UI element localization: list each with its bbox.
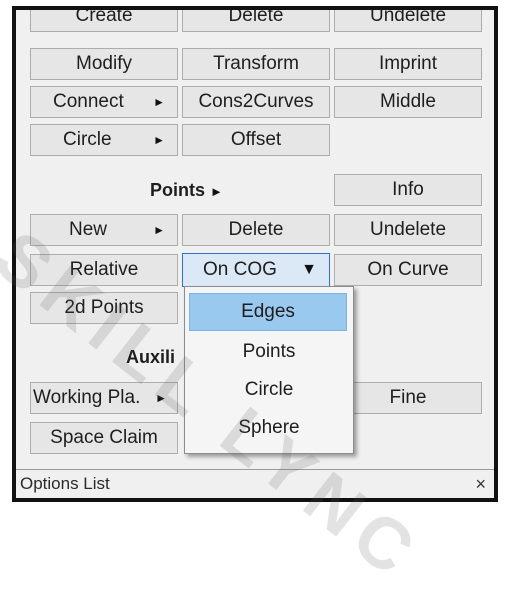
dropdown-option-label: Sphere bbox=[238, 417, 300, 438]
on-curve-button[interactable]: On Curve bbox=[334, 254, 482, 286]
connect-label: Connect bbox=[53, 91, 124, 112]
imprint-label: Imprint bbox=[378, 53, 438, 74]
new-point-button[interactable]: New ► bbox=[30, 214, 178, 246]
fine-label: Fine bbox=[389, 387, 427, 408]
points-section-label: Points ► bbox=[150, 180, 223, 200]
2d-points-button[interactable]: 2d Points bbox=[30, 292, 178, 324]
dropdown-option-label: Circle bbox=[244, 379, 294, 400]
dropdown-option-edges[interactable]: Edges bbox=[189, 293, 347, 331]
cons2curves-button[interactable]: Cons2Curves bbox=[182, 86, 330, 118]
connect-button[interactable]: Connect ► bbox=[30, 86, 178, 118]
submenu-arrow-icon: ► bbox=[153, 95, 165, 109]
imprint-button[interactable]: Imprint bbox=[334, 48, 482, 80]
undelete-curve-label: Undelete bbox=[369, 6, 447, 26]
space-claim-button[interactable]: Space Claim bbox=[30, 422, 178, 454]
point-method-value: On COG bbox=[203, 259, 277, 280]
working-plane-label: Working Pla. bbox=[33, 387, 141, 408]
fine-button[interactable]: Fine bbox=[334, 382, 482, 414]
chevron-down-icon: ▼ bbox=[301, 261, 317, 278]
cons2curves-label: Cons2Curves bbox=[198, 91, 314, 112]
relative-button[interactable]: Relative bbox=[30, 254, 178, 286]
info-label: Info bbox=[392, 179, 424, 200]
submenu-arrow-icon: ► bbox=[155, 391, 167, 405]
new-point-label: New bbox=[69, 219, 108, 240]
dropdown-option-points[interactable]: Points bbox=[185, 333, 353, 371]
transform-label: Transform bbox=[213, 53, 299, 74]
info-button[interactable]: Info bbox=[334, 174, 482, 206]
create-curve-label: Create bbox=[75, 6, 133, 26]
submenu-arrow-icon: ► bbox=[153, 133, 165, 147]
circle-button[interactable]: Circle ► bbox=[30, 124, 178, 156]
dropdown-option-label: Edges bbox=[241, 301, 295, 322]
dropdown-option-label: Points bbox=[242, 341, 296, 362]
modify-label: Modify bbox=[76, 53, 132, 74]
delete-point-button[interactable]: Delete bbox=[182, 214, 330, 246]
dropdown-option-circle[interactable]: Circle bbox=[185, 371, 353, 409]
delete-curve-button[interactable]: Delete bbox=[182, 6, 330, 32]
undelete-curve-button[interactable]: Undelete bbox=[334, 6, 482, 32]
modify-button[interactable]: Modify bbox=[30, 48, 178, 80]
options-list-title: Options List bbox=[20, 474, 110, 493]
delete-point-label: Delete bbox=[228, 219, 284, 240]
delete-curve-label: Delete bbox=[228, 6, 284, 26]
undelete-point-label: Undelete bbox=[369, 219, 447, 240]
create-curve-button[interactable]: Create bbox=[30, 6, 178, 32]
undelete-point-button[interactable]: Undelete bbox=[334, 214, 482, 246]
point-method-dropdown: Edges Points Circle Sphere bbox=[184, 286, 354, 454]
on-curve-label: On Curve bbox=[367, 259, 449, 280]
offset-button[interactable]: Offset bbox=[182, 124, 330, 156]
space-claim-label: Space Claim bbox=[50, 427, 158, 448]
working-plane-button[interactable]: Working Pla. ► bbox=[30, 382, 178, 414]
2d-points-label: 2d Points bbox=[64, 297, 144, 318]
middle-label: Middle bbox=[380, 91, 436, 112]
options-panel: Create Delete Undelete Modify Transform … bbox=[12, 6, 498, 502]
section-arrow-icon: ► bbox=[210, 184, 223, 199]
transform-button[interactable]: Transform bbox=[182, 48, 330, 80]
close-icon[interactable]: × bbox=[475, 474, 486, 495]
offset-label: Offset bbox=[230, 129, 282, 150]
circle-label: Circle bbox=[63, 129, 112, 150]
middle-button[interactable]: Middle bbox=[334, 86, 482, 118]
point-method-select[interactable]: On COG ▼ bbox=[182, 253, 330, 287]
dropdown-option-sphere[interactable]: Sphere bbox=[185, 409, 353, 447]
submenu-arrow-icon: ► bbox=[153, 223, 165, 237]
options-list-footer: Options List × bbox=[16, 469, 494, 498]
auxiliary-section-label: Auxili bbox=[126, 347, 176, 367]
relative-label: Relative bbox=[69, 259, 139, 280]
